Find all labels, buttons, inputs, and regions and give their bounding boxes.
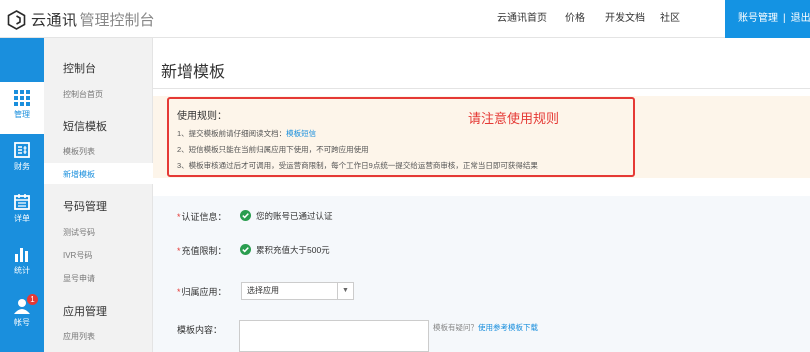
main-content: 新增模板 使用规则： 1、提交模板前请仔细阅读文档：模板短信 2、短信模板只能在… bbox=[153, 38, 810, 352]
check-circle-icon bbox=[240, 210, 251, 221]
auth-label: *认证信息： bbox=[177, 210, 227, 223]
logo[interactable]: 云通讯 管理控制台 bbox=[7, 9, 155, 30]
recharge-label: *充值限制： bbox=[177, 244, 227, 257]
nav-home[interactable]: 云通讯首页 bbox=[497, 0, 547, 38]
submenu-heading-numbers: 号码管理 bbox=[63, 201, 107, 213]
rules-highlight-box bbox=[167, 97, 635, 177]
submenu-item-ivr-number[interactable]: IVR号码 bbox=[63, 250, 92, 261]
logout-link[interactable]: 退出 bbox=[791, 13, 810, 24]
rail-label-detail: 详单 bbox=[14, 214, 30, 223]
nav-docs[interactable]: 开发文档 bbox=[605, 0, 645, 38]
submenu-item-display-number[interactable]: 显号申请 bbox=[63, 273, 95, 284]
template-form: *认证信息： 您的账号已通过认证 *充值限制： 累积充值大于500元 *归属应用… bbox=[153, 196, 810, 352]
sub-menu: 控制台 控制台首页 短信模板 模板列表 新增模板 号码管理 测试号码 IVR号码… bbox=[44, 38, 153, 352]
submenu-item-new-template-label: 新增模板 bbox=[63, 170, 95, 179]
required-mark: * bbox=[177, 287, 181, 297]
account-label: 账号管理 bbox=[738, 13, 778, 24]
notification-badge: 1 bbox=[27, 294, 38, 305]
logo-subtitle: 管理控制台 bbox=[79, 12, 155, 29]
logo-icon bbox=[7, 9, 26, 30]
rules-annotation: 请注意使用规则 bbox=[468, 111, 560, 126]
template-download-link[interactable]: 使用参考模板下载 bbox=[478, 323, 538, 332]
app-select[interactable]: 选择应用 ▼ bbox=[241, 282, 354, 300]
submenu-heading-console: 控制台 bbox=[63, 63, 96, 75]
recharge-value: 累积充值大于500元 bbox=[256, 245, 330, 255]
submenu-item-console-home[interactable]: 控制台首页 bbox=[63, 89, 103, 100]
logo-brand: 云通讯 bbox=[31, 12, 78, 29]
icon-rail: 管理 财务 详单 统计 1 帐号 bbox=[0, 38, 44, 352]
rail-label-account: 帐号 bbox=[14, 318, 30, 327]
auth-label-text: 认证信息： bbox=[181, 212, 227, 222]
app-label-text: 归属应用： bbox=[181, 287, 227, 297]
submenu-item-new-template[interactable]: 新增模板 bbox=[44, 163, 153, 184]
nav-pricing[interactable]: 价格 bbox=[565, 0, 585, 38]
account-menu-button[interactable]: 账号管理 | 退出 bbox=[725, 0, 810, 38]
top-bar: 云通讯 管理控制台 云通讯首页 价格 开发文档 社区 账号管理 | 退出 bbox=[0, 0, 810, 38]
submenu-item-template-list[interactable]: 模板列表 bbox=[63, 146, 95, 157]
rail-item-manage[interactable]: 管理 bbox=[0, 82, 44, 134]
calendar-icon bbox=[14, 194, 30, 210]
caret-down-icon: ▼ bbox=[337, 283, 353, 299]
submenu-item-app-list[interactable]: 应用列表 bbox=[63, 331, 95, 342]
template-content-input[interactable] bbox=[239, 320, 429, 352]
rail-item-account[interactable]: 1 帐号 bbox=[0, 290, 44, 342]
rail-label-manage: 管理 bbox=[14, 110, 30, 119]
check-circle-icon bbox=[240, 244, 251, 255]
grid-icon bbox=[14, 90, 30, 106]
content-label: 模板内容： bbox=[177, 325, 223, 335]
nav-community[interactable]: 社区 bbox=[660, 0, 680, 38]
rail-item-detail[interactable]: 详单 bbox=[0, 186, 44, 238]
bar-chart-icon bbox=[15, 248, 28, 262]
rail-label-stats: 统计 bbox=[14, 266, 30, 275]
app-select-value: 选择应用 bbox=[247, 286, 279, 295]
account-separator: | bbox=[783, 13, 786, 24]
finance-icon bbox=[14, 142, 30, 158]
app-label: *归属应用： bbox=[177, 285, 227, 298]
rail-item-finance[interactable]: 财务 bbox=[0, 134, 44, 186]
submenu-heading-apps: 应用管理 bbox=[63, 306, 107, 318]
title-divider bbox=[153, 88, 810, 89]
submenu-heading-sms: 短信模板 bbox=[63, 121, 107, 133]
recharge-label-text: 充值限制： bbox=[181, 246, 227, 256]
auth-value: 您的账号已通过认证 bbox=[256, 211, 333, 221]
rail-item-stats[interactable]: 统计 bbox=[0, 238, 44, 290]
submenu-item-test-number[interactable]: 测试号码 bbox=[63, 227, 95, 238]
page-title: 新增模板 bbox=[161, 64, 226, 81]
template-hint: 模板有疑问？使用参考模板下载 bbox=[433, 322, 538, 333]
rail-label-finance: 财务 bbox=[14, 162, 30, 171]
hint-text: 模板有疑问？ bbox=[433, 323, 478, 332]
required-mark: * bbox=[177, 246, 181, 256]
required-mark: * bbox=[177, 212, 181, 222]
